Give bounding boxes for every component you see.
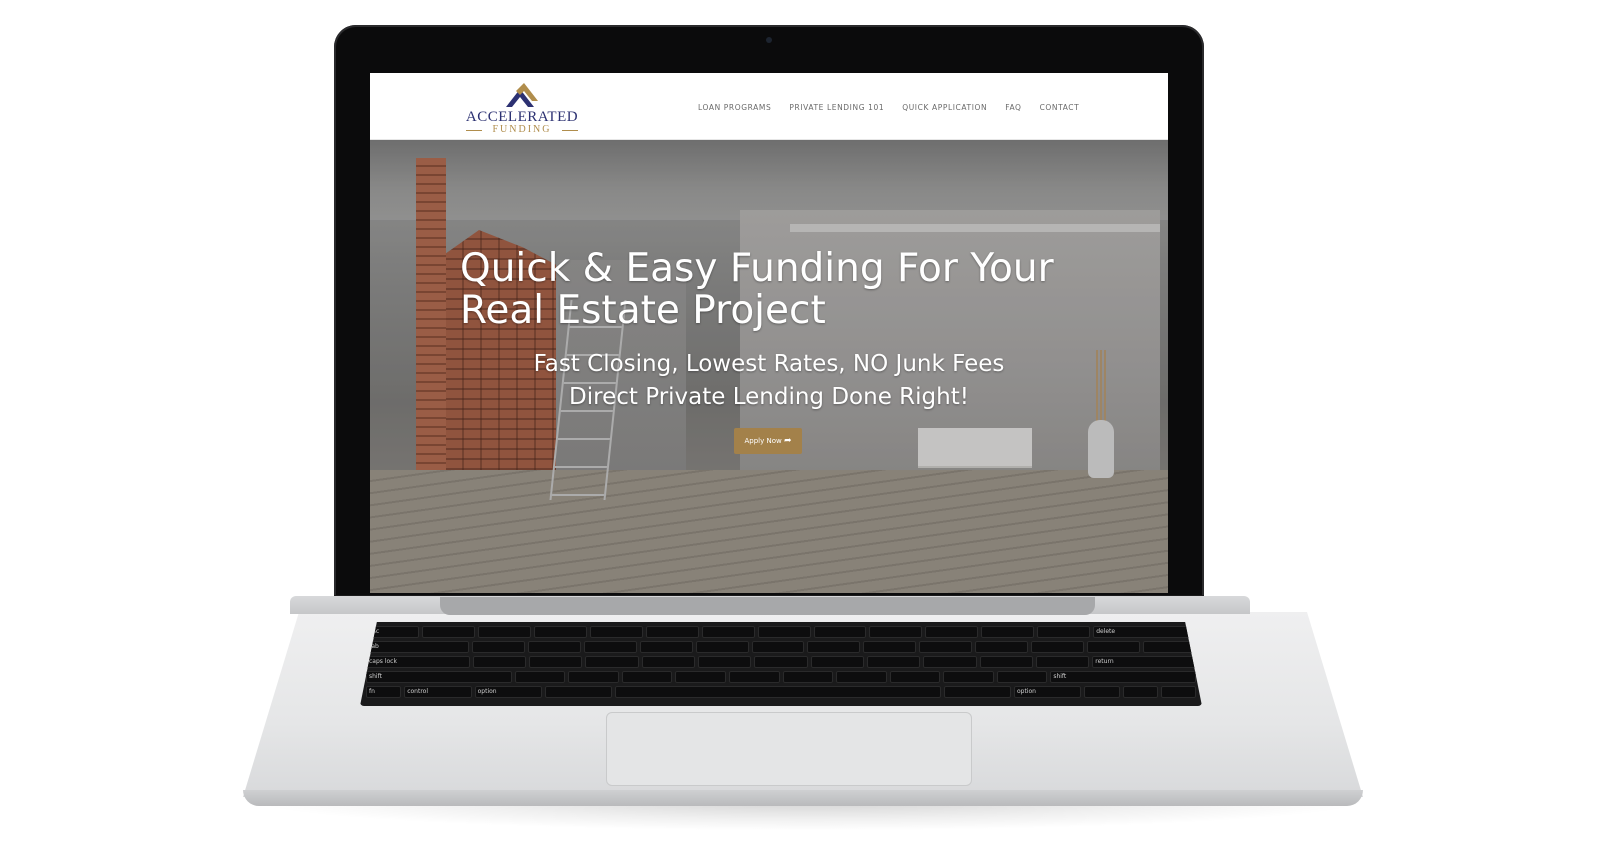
key (477, 626, 531, 638)
key-option-right: option (1013, 686, 1082, 698)
key-arrow-right (1160, 686, 1196, 698)
key (869, 626, 923, 638)
nav-faq[interactable]: FAQ (1005, 103, 1021, 112)
key-command-right (943, 686, 1011, 698)
hero-section: Quick & Easy Funding For Your Real Estat… (370, 140, 1168, 593)
main-nav: LOAN PROGRAMS PRIVATE LENDING 101 QUICK … (698, 103, 1079, 112)
key (675, 671, 726, 683)
key (1035, 656, 1090, 668)
key-shift-left: shift (366, 671, 512, 683)
key (529, 656, 583, 668)
key (645, 626, 699, 638)
keyboard-row-3: caps lock return (366, 656, 1196, 668)
key (639, 641, 693, 653)
key (807, 641, 861, 653)
laptop-hinge (440, 597, 1095, 615)
key-caps-lock: caps lock (366, 656, 470, 668)
key (641, 656, 695, 668)
key-return: return (1092, 656, 1196, 668)
key (1087, 641, 1141, 653)
hero-subtitle: Fast Closing, Lowest Rates, NO Junk Fees… (460, 348, 1078, 414)
keyboard: esc delete tab caps lock return shift (360, 622, 1202, 706)
key (728, 671, 780, 683)
key (589, 626, 643, 638)
key (925, 626, 979, 638)
key (695, 641, 749, 653)
nav-quick-application[interactable]: QUICK APPLICATION (902, 103, 987, 112)
key (782, 671, 834, 683)
key (836, 671, 887, 683)
key-shift-right: shift (1050, 671, 1196, 683)
roof-logo-icon (506, 83, 538, 107)
key (421, 626, 475, 638)
key (757, 626, 811, 638)
trackpad (606, 712, 972, 786)
key (701, 626, 755, 638)
key (923, 656, 977, 668)
key-delete: delete (1093, 626, 1197, 638)
key-tab: tab (366, 641, 469, 653)
site-logo[interactable]: ACCELERATED FUNDING (462, 83, 582, 135)
key (472, 656, 526, 668)
nav-contact[interactable]: CONTACT (1040, 103, 1080, 112)
key (863, 641, 917, 653)
laptop-lid: ACCELERATED FUNDING LOAN PROGRAMS PRIVAT… (334, 25, 1204, 605)
key (981, 626, 1035, 638)
key-control: control (404, 686, 472, 698)
keyboard-row-1: esc delete (366, 626, 1197, 638)
key (943, 671, 994, 683)
key (621, 671, 673, 683)
key (514, 671, 566, 683)
key-space (615, 686, 941, 698)
key-command-left (545, 686, 613, 698)
key (996, 671, 1048, 683)
key (1143, 641, 1197, 653)
hero-title: Quick & Easy Funding For Your Real Estat… (460, 246, 1054, 333)
key-arrow-up-down (1122, 686, 1158, 698)
key (751, 641, 805, 653)
key (975, 641, 1029, 653)
apply-now-label: Apply Now (744, 437, 782, 445)
key (471, 641, 525, 653)
share-arrow-icon: ➦ (783, 436, 792, 446)
key (979, 656, 1033, 668)
keyboard-row-4: shift shift (366, 671, 1196, 683)
apply-now-button[interactable]: Apply Now ➦ (734, 428, 802, 454)
site-header: ACCELERATED FUNDING LOAN PROGRAMS PRIVAT… (370, 73, 1168, 140)
keyboard-row-5: fn control option option (366, 686, 1196, 698)
key (919, 641, 973, 653)
key (754, 656, 808, 668)
laptop-front-edge (243, 790, 1363, 806)
key-arrow-left (1084, 686, 1120, 698)
key (866, 656, 921, 668)
key (568, 671, 619, 683)
key (813, 626, 867, 638)
hero-subtitle-line1: Fast Closing, Lowest Rates, NO Junk Fees (533, 351, 1005, 377)
hero-subtitle-line2: Direct Private Lending Done Right! (569, 384, 969, 410)
key (1031, 641, 1085, 653)
logo-divider-right (562, 130, 578, 131)
key (697, 656, 752, 668)
key (583, 641, 637, 653)
key (533, 626, 587, 638)
nav-loan-programs[interactable]: LOAN PROGRAMS (698, 103, 771, 112)
key-option-left: option (474, 686, 543, 698)
keyboard-row-2: tab (366, 641, 1197, 653)
key (585, 656, 639, 668)
key-fn: fn (366, 686, 402, 698)
key (889, 671, 941, 683)
key (1037, 626, 1091, 638)
laptop-screen: ACCELERATED FUNDING LOAN PROGRAMS PRIVAT… (370, 73, 1168, 593)
key (810, 656, 864, 668)
camera-dot (766, 37, 772, 43)
key (527, 641, 581, 653)
nav-private-lending-101[interactable]: PRIVATE LENDING 101 (789, 103, 884, 112)
